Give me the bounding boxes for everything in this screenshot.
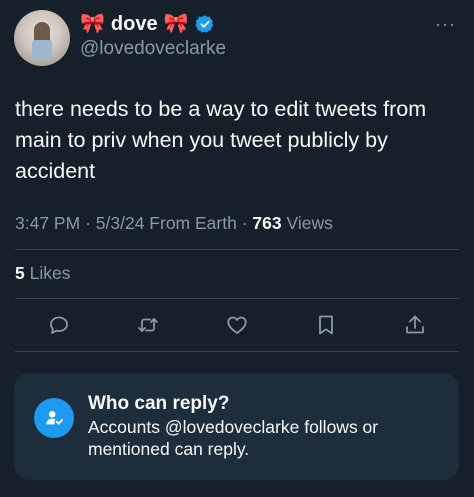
likes-count: 5 <box>15 263 25 283</box>
reply-title: Who can reply? <box>88 393 230 414</box>
bookmark-icon <box>318 315 333 335</box>
like-button[interactable] <box>215 305 259 345</box>
tweet-source: From Earth <box>149 213 237 233</box>
bow-emoji-right: 🎀 <box>163 13 189 35</box>
views-label: Views <box>286 213 333 233</box>
meta-separator: · <box>241 213 253 233</box>
display-name[interactable]: dove <box>111 12 158 36</box>
meta-separator: · <box>85 213 96 233</box>
divider <box>15 298 459 299</box>
reply-description: Accounts @lovedoveclarke follows or ment… <box>88 417 379 459</box>
author-handle[interactable]: @lovedoveclarke <box>80 38 226 60</box>
likes-label: Likes <box>29 263 71 283</box>
reply-restriction-card: Who can reply? Accounts @lovedoveclarke … <box>14 373 459 480</box>
retweet-icon <box>138 318 159 332</box>
user-check-icon <box>34 398 74 438</box>
reply-icon <box>50 316 69 334</box>
tweet-text: there needs to be a way to edit tweets f… <box>15 97 427 183</box>
heart-icon <box>227 316 247 334</box>
tweet-meta: 3:47 PM · 5/3/24 From Earth · 763 Views <box>15 213 333 234</box>
bow-emoji-left: 🎀 <box>80 13 105 35</box>
share-button[interactable] <box>393 305 437 345</box>
action-bar <box>15 305 459 345</box>
bookmark-button[interactable] <box>304 305 348 345</box>
avatar[interactable] <box>14 10 70 66</box>
more-options-icon[interactable]: ··· <box>435 14 456 35</box>
tweet-time[interactable]: 3:47 PM <box>15 213 80 233</box>
likes-summary[interactable]: 5 Likes <box>15 263 70 284</box>
avatar-figure-shirt <box>32 40 52 60</box>
retweet-button[interactable] <box>126 305 170 345</box>
author-name-row[interactable]: 🎀 dove 🎀 <box>80 12 215 36</box>
divider <box>15 249 459 250</box>
share-icon <box>405 315 424 334</box>
divider <box>15 351 459 352</box>
verified-badge-icon <box>194 15 213 33</box>
reply-button[interactable] <box>37 305 81 345</box>
views-count[interactable]: 763 <box>252 213 281 233</box>
tweet-date[interactable]: 5/3/24 <box>96 213 145 233</box>
